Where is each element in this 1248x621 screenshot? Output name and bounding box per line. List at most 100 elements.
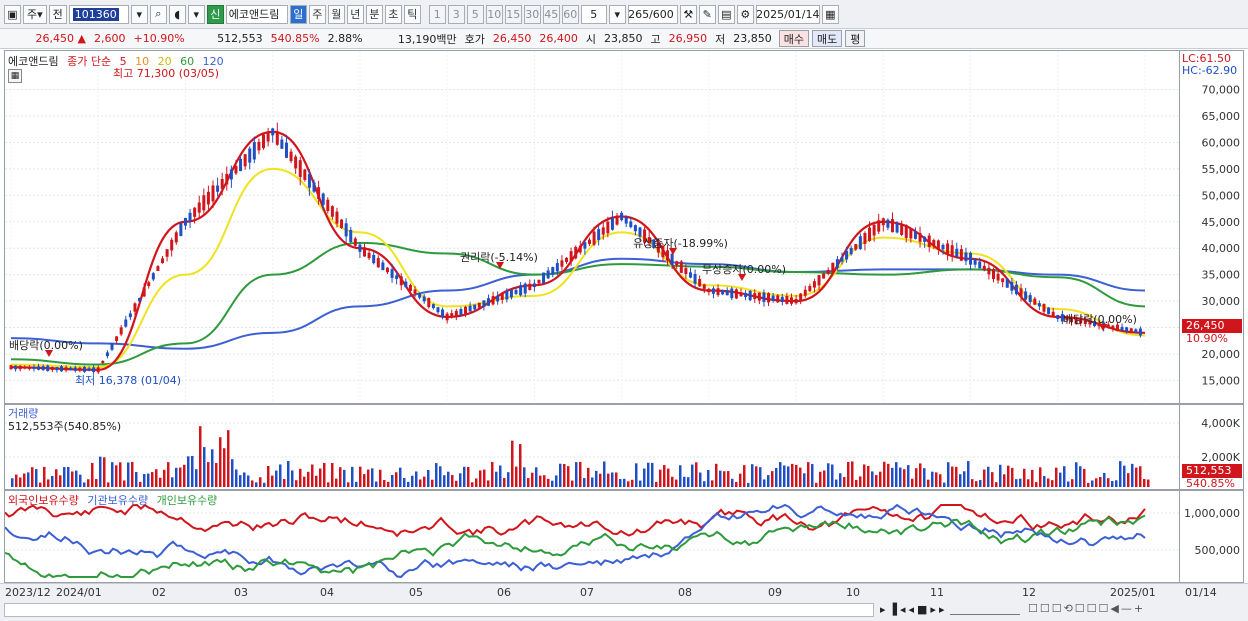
candle-body: [831, 262, 835, 273]
candle-body: [1042, 303, 1046, 312]
volume-bar: [59, 475, 62, 487]
horizontal-scrollbar[interactable]: [4, 603, 874, 617]
panel-menu-icon[interactable]: ▦: [8, 69, 22, 83]
tab-period-day[interactable]: 일: [289, 4, 307, 24]
tab-period-tick[interactable]: 틱: [403, 4, 421, 24]
stock-code-input[interactable]: 101360: [68, 4, 129, 24]
volume-bar: [519, 444, 522, 487]
candle-body: [569, 251, 573, 262]
candle-body: [551, 267, 555, 275]
volume-bar: [215, 462, 218, 487]
candle-body: [271, 128, 275, 136]
candle-body: [900, 224, 904, 235]
volume-bar: [187, 456, 190, 487]
candle-body: [390, 269, 394, 278]
price-tick-label: 60,000: [1202, 136, 1241, 149]
candle-body: [1024, 291, 1028, 300]
speaker-icon[interactable]: ◖: [168, 4, 186, 24]
candle-body: [165, 249, 169, 257]
chart-tool-icon[interactable]: ✎: [698, 4, 716, 24]
candle-body: [684, 268, 688, 274]
current-price: 26,450 ▲: [35, 32, 86, 45]
candle-body: [666, 250, 670, 261]
x-axis-label: 04: [320, 586, 334, 599]
volume-bar: [895, 462, 898, 487]
tab-period-year[interactable]: 년: [346, 4, 364, 24]
scroll-controls[interactable]: ▸▐◂◂■▸▸: [880, 603, 947, 616]
search-icon[interactable]: ⌕: [149, 4, 167, 24]
sell-button[interactable]: 매도: [811, 30, 843, 47]
volume-bar: [943, 482, 946, 487]
price-chart-panel[interactable]: 최고 71,300 (03/05) 최저 16,378 (01/04) 배당락(0.…: [4, 50, 1180, 404]
volume-bar: [679, 465, 682, 487]
buy-button[interactable]: 매수: [778, 30, 809, 47]
volume-bar: [775, 467, 778, 487]
nav-arrow-icon[interactable]: ▾: [187, 4, 205, 24]
price-chart[interactable]: 최고 71,300 (03/05)최저 16,378 (01/04)배당락(0.…: [5, 51, 1179, 403]
volume-bar: [1123, 465, 1126, 487]
interval-3[interactable]: 3: [447, 4, 465, 24]
code-dropdown-icon[interactable]: ▾: [130, 4, 148, 24]
prev-button[interactable]: 전: [48, 4, 67, 24]
date-field[interactable]: 2025/01/14: [755, 4, 820, 24]
zoom-slider[interactable]: [950, 603, 1020, 615]
tools-icon[interactable]: ⚒: [679, 4, 697, 24]
tab-period-minute[interactable]: 분: [365, 4, 383, 24]
tab-period-week[interactable]: 주: [308, 4, 326, 24]
volume-panel[interactable]: [4, 404, 1180, 490]
bottom-tool-icons[interactable]: ☐☐☐⟲☐☐☐◀—+: [1028, 602, 1145, 615]
volume-bar: [227, 430, 230, 487]
candle-body: [721, 290, 725, 295]
volume-bar: [1007, 465, 1010, 487]
volume-bar: [647, 462, 650, 487]
volume-bar: [1067, 481, 1070, 487]
interval-1[interactable]: 1: [428, 4, 446, 24]
volume-bar: [711, 480, 714, 487]
candle-body: [757, 292, 761, 301]
interval-10[interactable]: 10: [485, 4, 503, 24]
interval-5[interactable]: 5: [466, 4, 484, 24]
calendar-icon[interactable]: ▦: [821, 4, 839, 24]
volume-chart[interactable]: [5, 405, 1179, 489]
save-icon[interactable]: ▤: [717, 4, 735, 24]
interval-input[interactable]: 5: [580, 4, 607, 24]
volume-bar: [727, 471, 730, 487]
volume-bar: [851, 461, 854, 487]
volume-bar: [475, 478, 478, 487]
candle-body: [161, 258, 165, 264]
volume-bar: [567, 466, 570, 487]
interval-60[interactable]: 60: [561, 4, 579, 24]
volume-bar: [147, 473, 150, 487]
volume-bar: [839, 473, 842, 487]
candle-body: [822, 273, 826, 279]
volume-bar: [983, 469, 986, 487]
tab-period-month[interactable]: 월: [327, 4, 345, 24]
candle-body: [1056, 314, 1060, 319]
data-count-field[interactable]: 265/600: [627, 4, 678, 24]
interval-dropdown-icon[interactable]: ▾: [608, 4, 626, 24]
interval-15[interactable]: 15: [504, 4, 522, 24]
x-axis-label: 2023/12: [5, 586, 51, 599]
volume-bar: [163, 469, 166, 487]
candle-body: [560, 260, 564, 267]
volume-bar: [515, 466, 518, 487]
volume-bar: [635, 463, 638, 487]
volume-bar: [139, 481, 142, 487]
volume-bar: [1063, 466, 1066, 487]
volume-bar: [1031, 469, 1034, 487]
interval-45[interactable]: 45: [542, 4, 560, 24]
candle-body: [725, 290, 729, 296]
period-type-select[interactable]: 주 ▾: [23, 4, 47, 24]
gear-icon[interactable]: ⚙: [736, 4, 754, 24]
interval-30[interactable]: 30: [523, 4, 541, 24]
holding-line: [4, 503, 1146, 538]
volume-bar: [531, 472, 534, 487]
window-icon[interactable]: ▣: [4, 4, 21, 24]
price-legend: 에코앤드림 종가 단순 5 10 20 60 120: [8, 53, 229, 69]
candle-body: [996, 273, 1000, 281]
eval-button[interactable]: 평: [845, 30, 866, 47]
volume-bar: [159, 477, 162, 487]
volume-bar: [547, 478, 550, 487]
candle-body: [959, 249, 963, 261]
tab-period-second[interactable]: 초: [384, 4, 402, 24]
